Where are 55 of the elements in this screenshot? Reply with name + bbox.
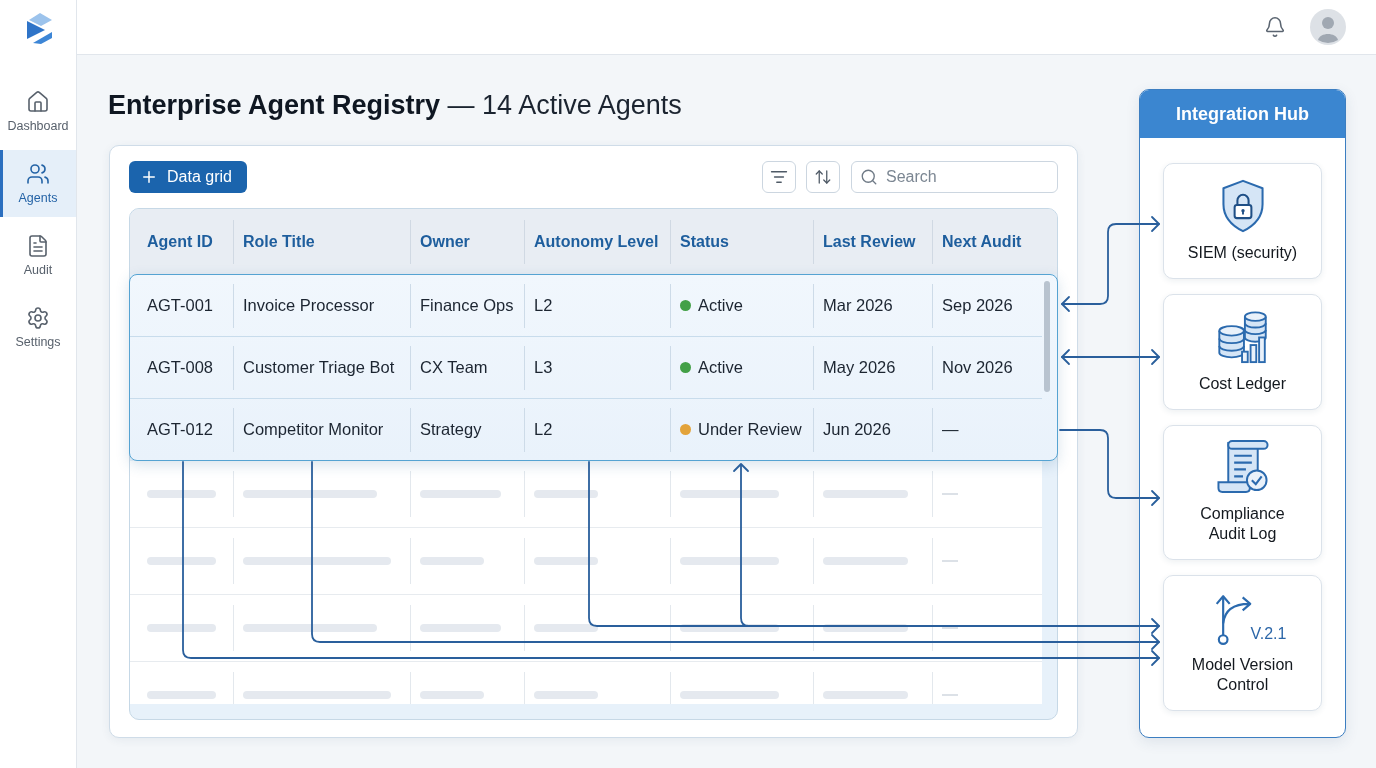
column-header[interactable]: Agent ID <box>130 209 233 274</box>
table-cell-text: AGT-012 <box>146 419 215 440</box>
integration-label: Cost Ledger <box>1198 373 1287 394</box>
people-icon <box>26 162 50 186</box>
placeholder-bar <box>420 557 484 565</box>
integration-card[interactable]: Cost Ledger <box>1163 293 1322 410</box>
placeholder-dash <box>942 560 958 562</box>
placeholder-bar <box>147 557 216 565</box>
placeholder-bar <box>147 490 216 498</box>
placeholder-bar <box>534 490 598 498</box>
scrollbar[interactable] <box>1044 281 1050 392</box>
sort-icon <box>814 168 832 186</box>
placeholder-bar <box>534 691 598 699</box>
nav-item[interactable]: Audit <box>0 222 76 289</box>
avatar[interactable] <box>1310 9 1346 45</box>
integration-label: SIEM (security) <box>1187 242 1298 263</box>
coins-chart-icon <box>1215 309 1270 364</box>
shield-lock-icon <box>1219 178 1266 233</box>
table-cell-text: AGT-008 <box>146 357 215 378</box>
house-icon <box>26 90 50 114</box>
sort-button[interactable] <box>806 161 840 193</box>
nav-item[interactable]: Dashboard <box>0 78 76 145</box>
integration-card[interactable]: Compliance Audit Log <box>1163 424 1322 561</box>
placeholder-dash <box>942 694 958 696</box>
search-icon <box>860 168 878 186</box>
placeholder-bar <box>534 624 598 632</box>
page-title: Enterprise Agent Registry — 14 Active Agents <box>108 89 682 121</box>
settings-icon <box>26 306 50 330</box>
status-label: Under Review <box>698 420 802 439</box>
filter-button[interactable] <box>762 161 796 193</box>
search-field[interactable]: Search <box>851 161 1058 193</box>
table-cell-text: AGT-001 <box>146 295 215 316</box>
placeholder-bar <box>534 557 598 565</box>
placeholder-dash <box>942 493 958 495</box>
placeholder-dash <box>942 627 958 629</box>
logo-icon[interactable] <box>24 12 52 44</box>
filter-icon <box>770 168 788 186</box>
placeholder-bar <box>420 691 484 699</box>
nav-item[interactable]: Settings <box>0 294 76 361</box>
hub-title: Integration Hub <box>1140 90 1345 138</box>
version-label: V.2.1 <box>1250 625 1287 644</box>
integration-card[interactable]: V.2.1 Model Version Control <box>1163 575 1322 711</box>
status-label: Active <box>698 358 743 377</box>
add-button[interactable]: Data grid <box>129 161 247 193</box>
notification-bell-icon[interactable] <box>1264 16 1286 38</box>
integration-label: Compliance Audit Log <box>1199 504 1286 545</box>
integration-card[interactable]: SIEM (security) <box>1163 163 1322 279</box>
nav-item[interactable]: Agents <box>0 150 76 217</box>
document-icon <box>26 234 50 258</box>
placeholder-bar <box>147 691 216 699</box>
plus-icon <box>140 168 158 186</box>
scroll-check-icon <box>1214 440 1271 495</box>
integration-label: Model Version Control <box>1190 655 1295 696</box>
placeholder-bar <box>147 624 216 632</box>
status-label: Active <box>698 296 743 315</box>
